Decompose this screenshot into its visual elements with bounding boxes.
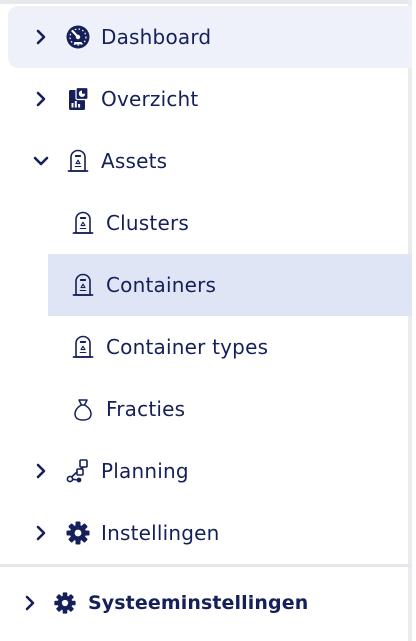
sidebar-item-overzicht[interactable]: Overzicht [0, 68, 412, 130]
sidebar-subitem-container-types[interactable]: Container types [48, 316, 412, 378]
sidebar-subitem-label: Containers [106, 273, 217, 297]
chevron-right-icon[interactable] [33, 525, 49, 541]
sidebar: Dashboard Overzicht Assets Clusters Cont… [0, 0, 416, 641]
sidebar-item-label: Planning [101, 459, 189, 483]
sidebar-item-label: Assets [101, 149, 168, 173]
sidebar-item-planning[interactable]: Planning [0, 440, 412, 502]
bag-icon [74, 399, 92, 421]
chevron-right-icon[interactable] [33, 29, 49, 45]
chevron-down-icon[interactable] [33, 153, 49, 169]
report-icon [69, 86, 89, 110]
gear-icon [54, 592, 76, 614]
speedometer-icon [66, 25, 90, 49]
route-icon [66, 459, 88, 483]
sidebar-item-label: Overzicht [101, 87, 199, 111]
container-bin-icon [72, 335, 94, 358]
sidebar-item-assets[interactable]: Assets [0, 130, 412, 192]
sidebar-subitem-label: Clusters [106, 211, 190, 235]
sidebar-subitem-fracties[interactable]: Fracties [48, 378, 412, 440]
sidebar-item-label: Dashboard [101, 25, 212, 49]
footer-divider [0, 564, 412, 567]
sidebar-item-dashboard[interactable]: Dashboard [8, 6, 412, 68]
sidebar-item-systeeminstellingen[interactable]: Systeeminstellingen [0, 572, 412, 634]
sidebar-subitem-label: Container types [106, 335, 269, 359]
footer-item-label: Systeeminstellingen [88, 592, 309, 614]
sidebar-item-label: Instellingen [101, 521, 220, 545]
container-bin-icon [72, 211, 94, 234]
top-divider [0, 0, 412, 4]
chevron-right-icon[interactable] [22, 595, 38, 611]
gear-icon [66, 521, 90, 545]
container-bin-icon [67, 149, 89, 172]
chevron-right-icon[interactable] [33, 463, 49, 479]
sidebar-subitem-containers[interactable]: Containers [48, 254, 412, 316]
sidebar-subitem-clusters[interactable]: Clusters [48, 192, 412, 254]
container-bin-icon [72, 273, 94, 296]
sidebar-subitem-label: Fracties [106, 397, 186, 421]
sidebar-item-instellingen[interactable]: Instellingen [0, 502, 412, 564]
chevron-right-icon[interactable] [33, 91, 49, 107]
